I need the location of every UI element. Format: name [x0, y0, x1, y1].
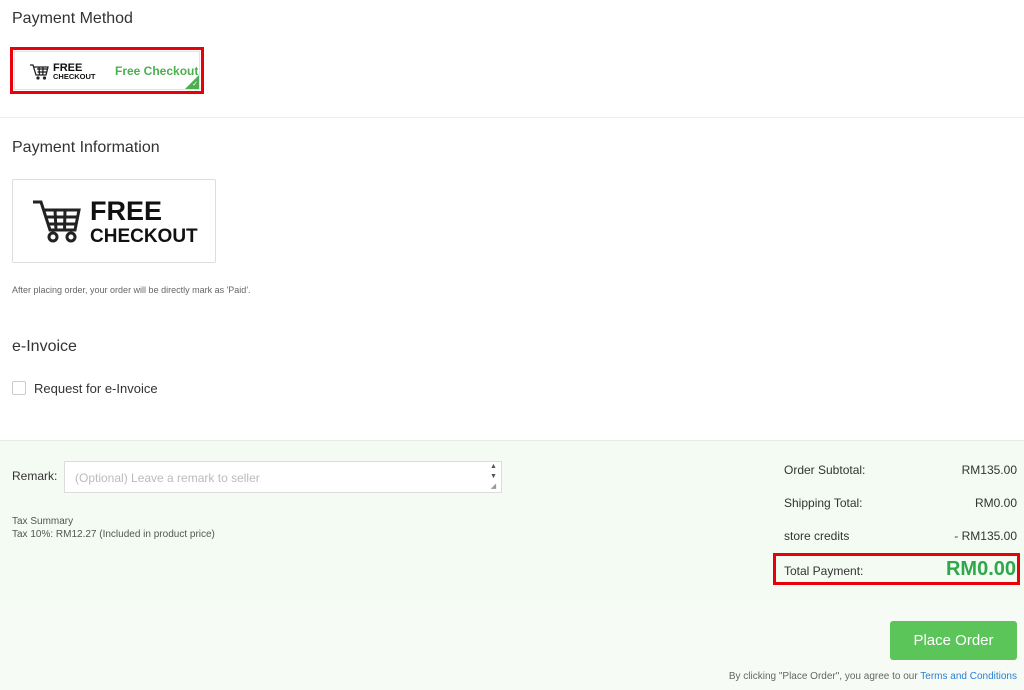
place-order-button[interactable]: Place Order	[890, 621, 1017, 660]
resize-grip-icon: ◢	[490, 483, 497, 490]
payment-option-free-checkout[interactable]: FREE CHECKOUT Free Checkout ✓	[14, 51, 200, 90]
spin-up-icon: ▲	[490, 463, 497, 470]
total-payment-label: Total Payment:	[784, 564, 864, 578]
terms-agreement-text: By clicking "Place Order", you agree to …	[728, 671, 921, 682]
subtotal-label: Order Subtotal:	[784, 463, 866, 477]
total-payment-value: RM0.00	[945, 558, 1016, 580]
summary-row-shipping: Shipping Total: RM0.00	[784, 496, 1017, 510]
checkmark-icon: ✓	[192, 81, 198, 88]
payment-info-note: After placing order, your order will be …	[12, 285, 251, 295]
terms-agreement: By clicking "Place Order", you agree to …	[729, 671, 1017, 682]
store-credits-label: store credits	[784, 529, 850, 543]
checkout-page: Payment Method FREE CHECKOUT Free Checko…	[0, 0, 1024, 690]
e-invoice-title: e-Invoice	[12, 338, 77, 355]
large-logo-checkout-text: CHECKOUT	[90, 226, 198, 247]
tax-summary-title: Tax Summary	[12, 516, 74, 527]
tax-summary-line: Tax 10%: RM12.27 (Included in product pr…	[12, 529, 215, 540]
shipping-value: RM0.00	[974, 496, 1017, 510]
remark-label: Remark:	[12, 469, 58, 483]
remark-input[interactable]	[64, 461, 502, 493]
payment-method-title: Payment Method	[12, 10, 133, 27]
summary-row-store-credits: store credits - RM135.00	[784, 529, 1017, 543]
subtotal-value: RM135.00	[961, 463, 1017, 477]
summary-row-subtotal: Order Subtotal: RM135.00	[784, 463, 1017, 477]
logo-checkout-text: CHECKOUT	[53, 72, 96, 81]
terms-and-conditions-link[interactable]: Terms and Conditions	[920, 671, 1017, 682]
payment-info-logo-box: FREE CHECKOUT	[12, 179, 216, 263]
e-invoice-checkbox-label[interactable]: Request for e-Invoice	[34, 381, 158, 396]
free-checkout-logo: FREE CHECKOUT	[30, 62, 96, 81]
large-logo-free-text: FREE	[90, 196, 162, 226]
shipping-label: Shipping Total:	[784, 496, 863, 510]
free-checkout-large-logo: FREE CHECKOUT	[33, 196, 198, 247]
spin-down-icon: ▼	[490, 473, 497, 480]
payment-information-title: Payment Information	[12, 139, 160, 156]
remark-resize-handle[interactable]: ▲ ▼ ◢	[486, 462, 501, 492]
e-invoice-checkbox[interactable]	[12, 381, 26, 395]
section-divider	[0, 117, 1024, 118]
store-credits-value: - RM135.00	[954, 529, 1017, 543]
